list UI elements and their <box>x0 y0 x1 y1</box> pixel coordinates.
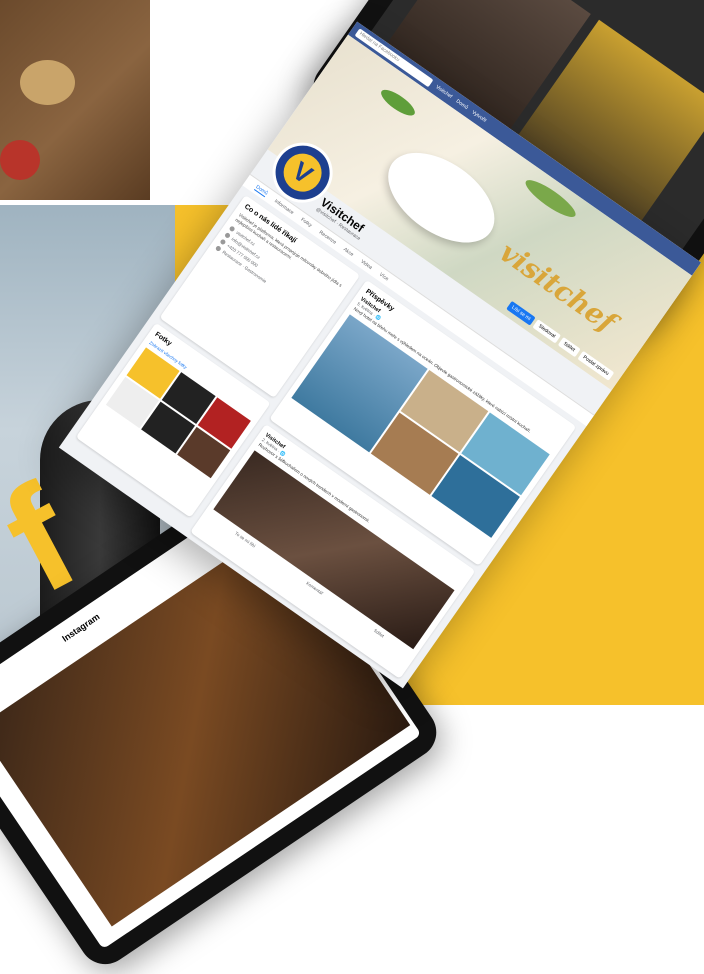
cover-plate-image <box>372 134 511 261</box>
tab-photos[interactable]: Fotky <box>300 216 313 228</box>
cover-script-logo: visitchef <box>493 235 622 340</box>
mail-icon <box>224 231 232 239</box>
tab-videos[interactable]: Videa <box>360 258 374 270</box>
tab-more[interactable]: Více <box>378 271 390 282</box>
like-button[interactable]: Líbí se mi <box>505 300 537 326</box>
ginger-decoration <box>20 60 75 105</box>
tab-home[interactable]: Domů <box>253 184 269 198</box>
tab-events[interactable]: Akce <box>342 246 355 257</box>
message-button[interactable]: Poslat zprávu <box>577 350 615 381</box>
tag-icon <box>215 244 223 252</box>
visitchef-logo-icon: V <box>276 146 330 200</box>
topbar-link-home[interactable]: Domů <box>455 98 469 111</box>
follow-button[interactable]: Sledovat <box>532 319 561 344</box>
share-action-button[interactable]: Sdílet <box>373 628 385 639</box>
tablet-bottom-title: Instagram <box>60 611 102 644</box>
cover-herb-decoration <box>377 85 419 120</box>
phone-icon <box>219 238 227 246</box>
globe-icon <box>228 225 236 233</box>
tab-reviews[interactable]: Recenze <box>318 229 338 245</box>
tomato-decoration <box>0 140 40 180</box>
share-button[interactable]: Sdílet <box>557 336 581 358</box>
background-wooden-table <box>0 0 150 200</box>
